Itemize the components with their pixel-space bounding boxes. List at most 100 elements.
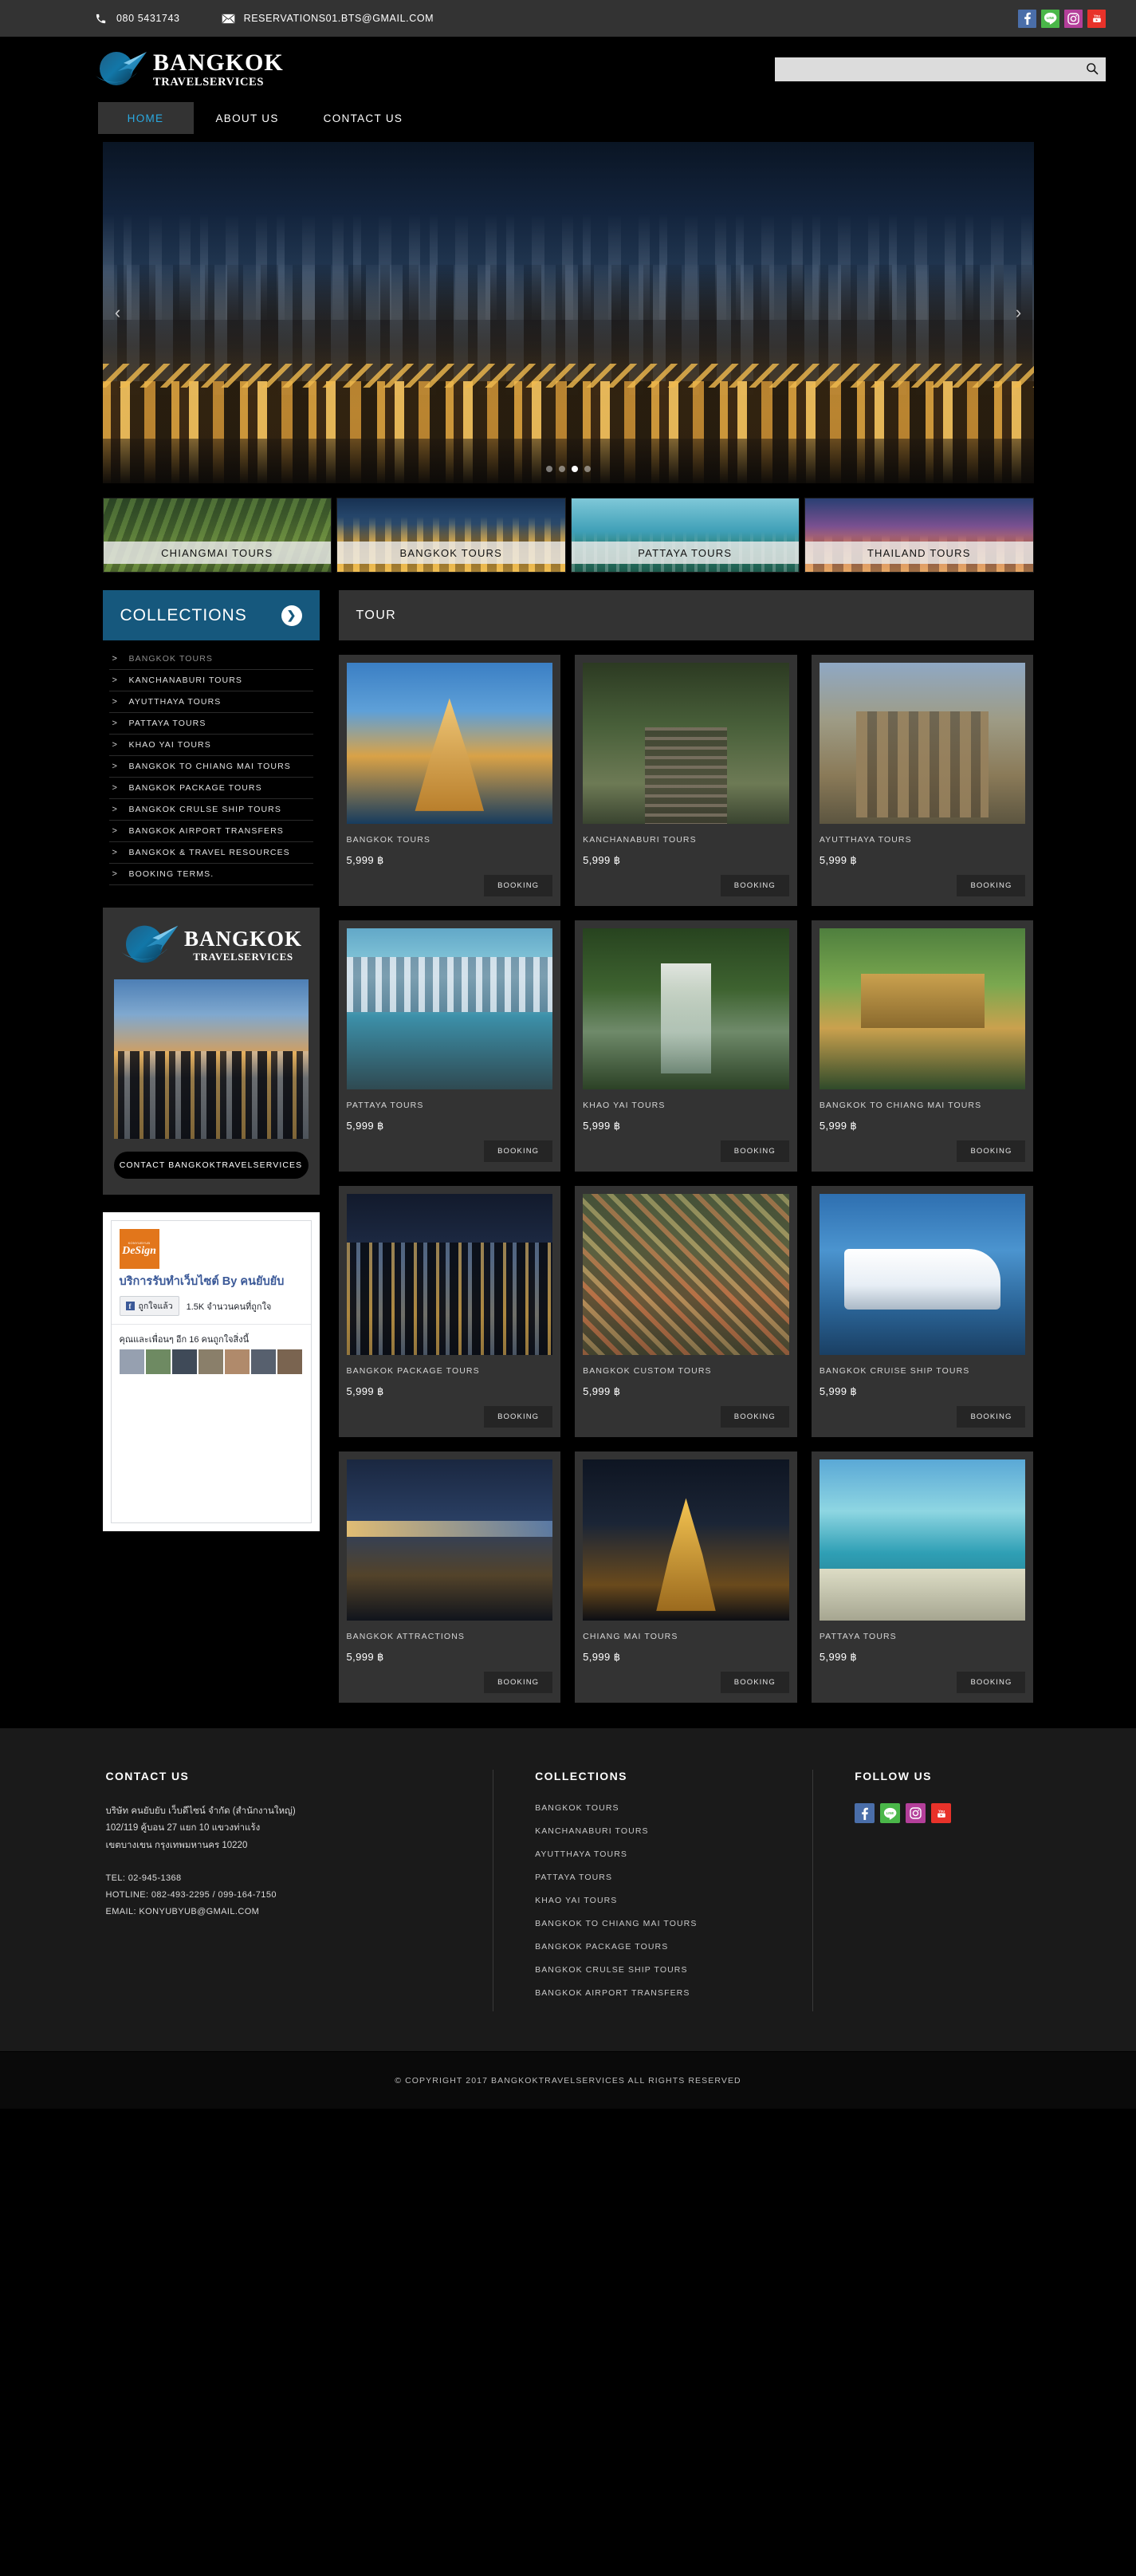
booking-button[interactable]: BOOKING	[721, 1406, 789, 1428]
carousel-prev-arrow[interactable]: ‹	[106, 294, 130, 331]
collection-item-label: BANGKOK CRULSE SHIP TOURS	[129, 805, 281, 814]
collection-item[interactable]: >KHAO YAI TOURS	[109, 735, 313, 756]
collection-item[interactable]: >AYUTTHAYA TOURS	[109, 691, 313, 713]
category-tile-bangkok-tours[interactable]: BANGKOK TOURS	[336, 498, 566, 573]
search-button[interactable]	[1083, 61, 1101, 78]
friend-avatar[interactable]	[225, 1349, 250, 1374]
booking-button[interactable]: BOOKING	[721, 1672, 789, 1693]
tour-card[interactable]: KANCHANABURI TOURS5,999 ฿BOOKING	[575, 655, 797, 906]
tour-card-price: 5,999 ฿	[820, 1385, 1026, 1398]
collection-item[interactable]: >BANGKOK PACKAGE TOURS	[109, 778, 313, 799]
category-tile-chiangmai-tours[interactable]: CHIANGMAI TOURS	[103, 498, 332, 573]
collection-item[interactable]: >BANGKOK AIRPORT TRANSFERS	[109, 821, 313, 842]
email-text: RESERVATIONS01.BTS@GMAIL.COM	[244, 13, 434, 24]
collection-item[interactable]: >BOOKING TERMS.	[109, 864, 313, 885]
collection-item[interactable]: >BANGKOK TO CHIANG MAI TOURS	[109, 756, 313, 778]
booking-button[interactable]: BOOKING	[484, 1406, 552, 1428]
nav-item-home[interactable]: HOME	[98, 102, 194, 134]
line-icon[interactable]: LINE	[1041, 10, 1059, 28]
footer-collection-link[interactable]: BANGKOK AIRPORT TRANSFERS	[535, 1988, 804, 1998]
booking-button[interactable]: BOOKING	[484, 1672, 552, 1693]
facebook-icon[interactable]	[1018, 10, 1036, 28]
booking-button[interactable]: BOOKING	[957, 1406, 1025, 1428]
footer-collection-link[interactable]: AYUTTHAYA TOURS	[535, 1849, 804, 1859]
collection-item-label: KANCHANABURI TOURS	[129, 676, 243, 685]
booking-button[interactable]: BOOKING	[721, 875, 789, 896]
chevron-right-icon[interactable]: ❯	[281, 605, 302, 626]
hero-carousel[interactable]: ‹ ›	[103, 142, 1034, 483]
friend-avatar[interactable]	[277, 1349, 302, 1374]
tour-card[interactable]: BANGKOK TO CHIANG MAI TOURS5,999 ฿BOOKIN…	[812, 920, 1034, 1172]
collection-item[interactable]: >BANGKOK TOURS	[109, 648, 313, 670]
carousel-dot-1[interactable]	[546, 466, 552, 472]
booking-button[interactable]: BOOKING	[957, 1672, 1025, 1693]
footer-collection-link[interactable]: KHAO YAI TOURS	[535, 1896, 804, 1905]
friend-avatar[interactable]	[172, 1349, 197, 1374]
booking-button[interactable]: BOOKING	[484, 1140, 552, 1162]
booking-button[interactable]: BOOKING	[957, 875, 1025, 896]
footer-collection-link[interactable]: BANGKOK TO CHIANG MAI TOURS	[535, 1919, 804, 1928]
chevron-right-icon: >	[112, 805, 120, 814]
friend-avatar[interactable]	[146, 1349, 171, 1374]
tour-card[interactable]: BANGKOK PACKAGE TOURS5,999 ฿BOOKING	[339, 1186, 561, 1437]
booking-button[interactable]: BOOKING	[721, 1140, 789, 1162]
email-contact[interactable]: RESERVATIONS01.BTS@GMAIL.COM	[222, 12, 434, 26]
line-icon[interactable]: LINE	[880, 1803, 900, 1823]
tour-card-title: BANGKOK ATTRACTIONS	[347, 1632, 553, 1641]
tour-card[interactable]: PATTAYA TOURS5,999 ฿BOOKING	[339, 920, 561, 1172]
collection-item[interactable]: > BANGKOK CRULSE SHIP TOURS	[109, 799, 313, 821]
category-tile-thailand-tours[interactable]: THAILAND TOURS	[804, 498, 1034, 573]
category-label: BANGKOK TOURS	[337, 542, 565, 564]
carousel-dot-4[interactable]	[584, 466, 591, 472]
facebook-like-button[interactable]: f ถูกใจแล้ว	[120, 1296, 179, 1316]
tour-card-title: PATTAYA TOURS	[347, 1101, 553, 1110]
logo-line-2: TRAVELSERVICES	[153, 77, 284, 89]
site-logo[interactable]: BANGKOK TRAVELSERVICES	[94, 47, 284, 92]
collection-item[interactable]: >PATTAYA TOURS	[109, 713, 313, 735]
booking-button[interactable]: BOOKING	[484, 875, 552, 896]
tour-card[interactable]: CHIANG MAI TOURS5,999 ฿BOOKING	[575, 1451, 797, 1703]
friend-avatar[interactable]	[251, 1349, 276, 1374]
youtube-icon[interactable]: You	[1087, 10, 1106, 28]
carousel-dot-3[interactable]	[572, 466, 578, 472]
collection-item-label: BANGKOK TOURS	[129, 654, 214, 664]
footer-collection-link[interactable]: BANGKOK TOURS	[535, 1803, 804, 1813]
tour-card-image	[820, 1194, 1026, 1355]
tour-card[interactable]: BANGKOK ATTRACTIONS5,999 ฿BOOKING	[339, 1451, 561, 1703]
friend-avatar[interactable]	[120, 1349, 144, 1374]
tour-card[interactable]: AYUTTHAYA TOURS5,999 ฿BOOKING	[812, 655, 1034, 906]
search-input[interactable]	[782, 57, 1083, 81]
tour-card[interactable]: BANGKOK TOURS5,999 ฿BOOKING	[339, 655, 561, 906]
carousel-next-arrow[interactable]: ›	[1007, 294, 1031, 331]
top-social-links: LINE You	[1018, 10, 1106, 28]
footer-collection-link[interactable]: BANGKOK PACKAGE TOURS	[535, 1942, 804, 1952]
instagram-icon[interactable]	[906, 1803, 926, 1823]
category-tile-pattaya-tours[interactable]: PATTAYA TOURS	[571, 498, 800, 573]
tour-card-title: CHIANG MAI TOURS	[583, 1632, 789, 1641]
collection-item-label: BANGKOK TO CHIANG MAI TOURS	[129, 762, 291, 771]
tour-card[interactable]: BANGKOK CRUISE SHIP TOURS5,999 ฿BOOKING	[812, 1186, 1034, 1437]
carousel-dot-2[interactable]	[559, 466, 565, 472]
tour-card[interactable]: BANGKOK CUSTOM TOURS5,999 ฿BOOKING	[575, 1186, 797, 1437]
contact-bangkoktravelservices-button[interactable]: CONTACT BANGKOKTRAVELSERVICES	[114, 1152, 309, 1179]
nav-item-contact-us[interactable]: CONTACT US	[301, 102, 426, 134]
tour-card[interactable]: KHAO YAI TOURS5,999 ฿BOOKING	[575, 920, 797, 1172]
booking-button[interactable]: BOOKING	[957, 1140, 1025, 1162]
facebook-page-title[interactable]: บริการรับทำเว็บไซต์ By คนยับยับ	[120, 1275, 303, 1289]
footer-collection-link[interactable]: PATTAYA TOURS	[535, 1873, 804, 1882]
collection-item[interactable]: >KANCHANABURI TOURS	[109, 670, 313, 691]
tour-card[interactable]: PATTAYA TOURS5,999 ฿BOOKING	[812, 1451, 1034, 1703]
youtube-icon[interactable]: You	[931, 1803, 951, 1823]
search-bar[interactable]	[775, 57, 1106, 81]
collection-item-label: PATTAYA TOURS	[129, 719, 206, 728]
friend-avatar[interactable]	[199, 1349, 223, 1374]
nav-item-about-us[interactable]: ABOUT US	[194, 102, 301, 134]
chevron-right-icon: >	[112, 783, 120, 793]
collection-item[interactable]: >BANGKOK & TRAVEL RESOURCES	[109, 842, 313, 864]
tour-card-price: 5,999 ฿	[583, 1385, 789, 1398]
footer-collection-link[interactable]: BANGKOK CRULSE SHIP TOURS	[535, 1965, 804, 1975]
footer-collection-link[interactable]: KANCHANABURI TOURS	[535, 1826, 804, 1836]
instagram-icon[interactable]	[1064, 10, 1083, 28]
facebook-icon[interactable]	[855, 1803, 875, 1823]
phone-contact[interactable]: 080 5431743	[94, 12, 180, 26]
